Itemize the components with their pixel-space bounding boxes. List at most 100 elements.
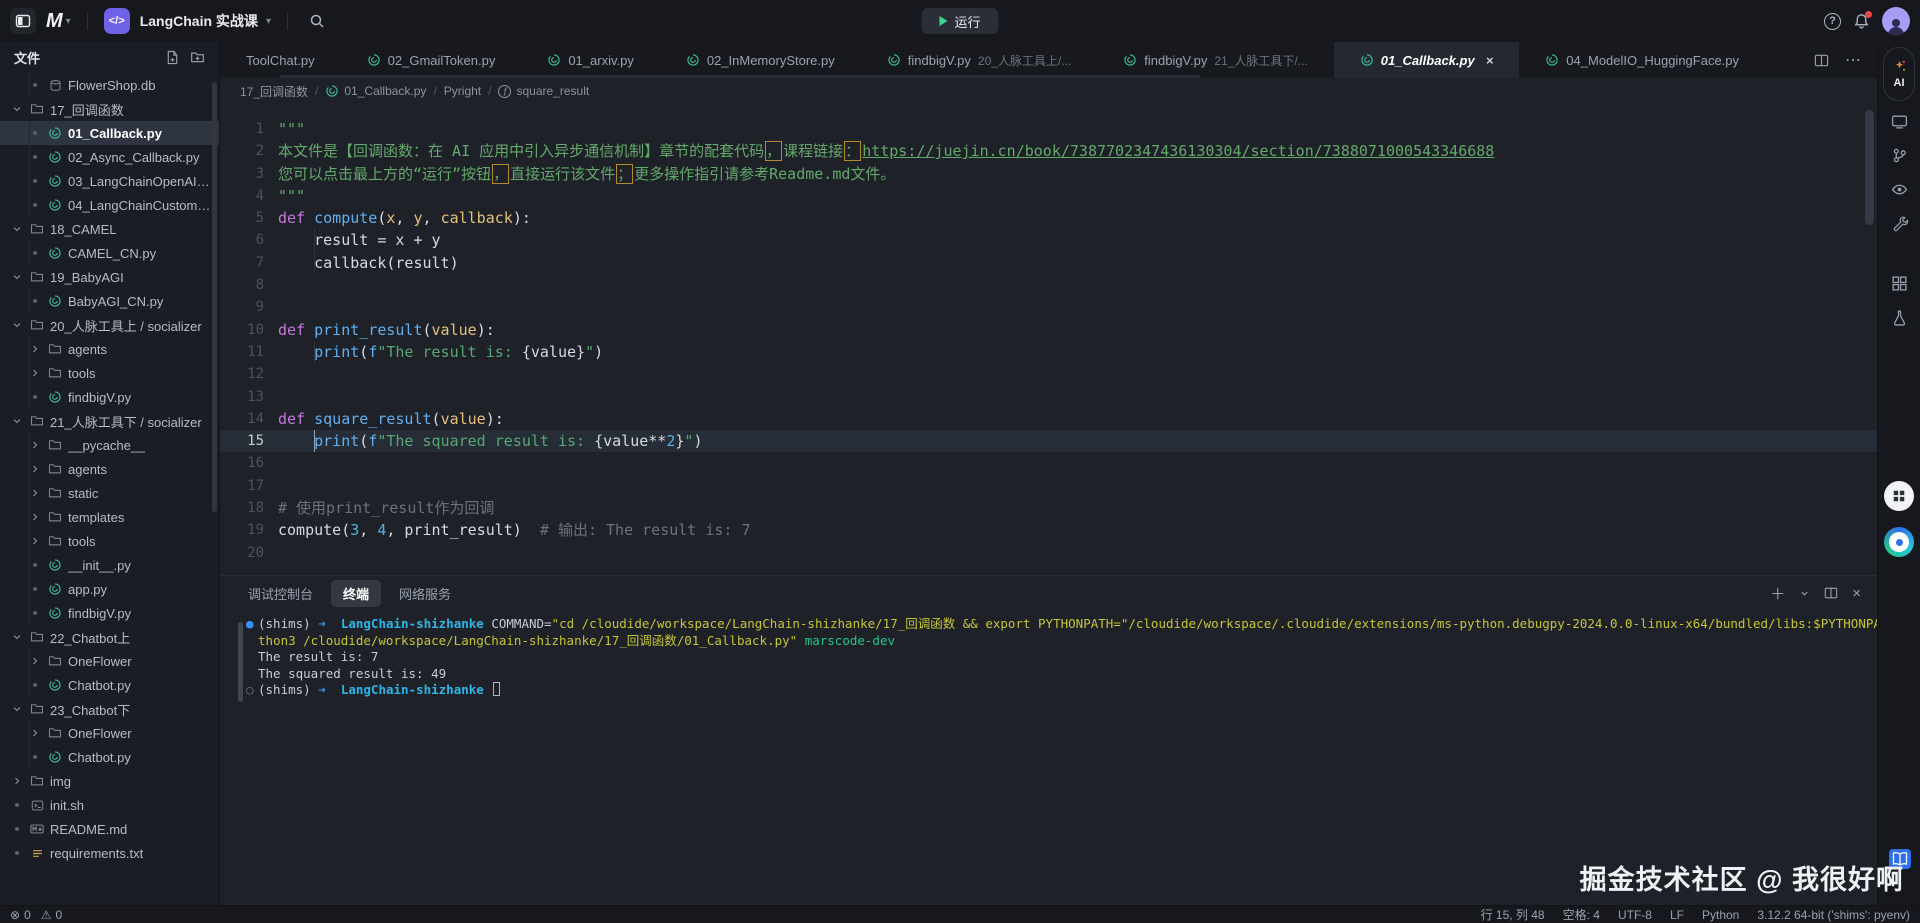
tree-item-02_Async_Callback.py[interactable]: 02_Async_Callback.py <box>0 145 219 169</box>
tab-findbigV.py[interactable]: findbigV.py21_人脉工具下/... <box>1097 42 1334 78</box>
code-line-1[interactable]: 1""" <box>220 118 1877 140</box>
tree-item-17_回调函数[interactable]: 17_回调函数 <box>0 97 219 121</box>
code-line-8[interactable]: 8 <box>220 274 1877 296</box>
code-line-14[interactable]: 14def square_result(value): <box>220 408 1877 430</box>
breadcrumb-item-Pyright[interactable]: Pyright <box>444 84 481 98</box>
tab-findbigV.py[interactable]: findbigV.py20_人脉工具上/... <box>861 42 1098 78</box>
tree-item-Chatbot.py[interactable]: Chatbot.py <box>0 745 219 769</box>
code-line-20[interactable]: 20 <box>220 542 1877 564</box>
panel-tab-网络服务[interactable]: 网络服务 <box>387 580 463 607</box>
tab-02_InMemoryStore.py[interactable]: 02_InMemoryStore.py <box>660 42 861 78</box>
tab-01_Callback.py[interactable]: 01_Callback.py× <box>1334 42 1520 78</box>
close-icon[interactable]: × <box>1486 53 1494 68</box>
tree-item-01_Callback.py[interactable]: 01_Callback.py <box>0 121 219 145</box>
new-file-icon[interactable] <box>165 50 180 65</box>
ai-assistant-button[interactable]: AI <box>1883 47 1915 101</box>
explorer-scrollbar[interactable] <box>212 82 217 512</box>
tree-item-README.md[interactable]: README.md <box>0 817 219 841</box>
tools-icon[interactable] <box>1885 209 1913 237</box>
tree-item-CAMEL_CN.py[interactable]: CAMEL_CN.py <box>0 241 219 265</box>
code-line-3[interactable]: 3您可以点击最上方的“运行”按钮，直接运行该文件；更多操作指引请参考Readme… <box>220 163 1877 185</box>
tab-02_GmailToken.py[interactable]: 02_GmailToken.py <box>341 42 522 78</box>
extensions-icon[interactable] <box>1885 269 1913 297</box>
tree-item-04_LangChainCustomCallback....[interactable]: 04_LangChainCustomCallback.... <box>0 193 219 217</box>
code-line-6[interactable]: 6 result = x + y <box>220 229 1877 251</box>
problems-errors[interactable]: ⊗0 <box>10 908 31 922</box>
split-panel-icon[interactable] <box>1824 586 1838 600</box>
workspace-menu[interactable]: M ▾ <box>46 10 71 33</box>
code-line-15[interactable]: 15 print(f"The squared result is: {value… <box>220 430 1877 452</box>
code-line-4[interactable]: 4""" <box>220 185 1877 207</box>
tree-item-FlowerShop.db[interactable]: FlowerShop.db <box>0 73 219 97</box>
code-line-2[interactable]: 2本文件是【回调函数：在 AI 应用中引入异步通信机制】章节的配套代码，课程链接… <box>220 140 1877 162</box>
code-line-19[interactable]: 19compute(3, 4, print_result) # 输出: The … <box>220 519 1877 541</box>
code-line-13[interactable]: 13 <box>220 386 1877 408</box>
tab-01_arxiv.py[interactable]: 01_arxiv.py <box>521 42 660 78</box>
tree-item-templates[interactable]: templates <box>0 505 219 529</box>
status-item[interactable]: 3.12.2 64-bit ('shims': pyenv) <box>1757 908 1910 922</box>
editor-scrollbar[interactable] <box>1865 110 1874 225</box>
help-icon[interactable]: ? <box>1824 13 1841 30</box>
code-line-11[interactable]: 11 print(f"The result is: {value}") <box>220 341 1877 363</box>
tree-item-app.py[interactable]: app.py <box>0 577 219 601</box>
status-item[interactable]: LF <box>1670 908 1684 922</box>
search-icon[interactable] <box>304 8 330 34</box>
more-actions-icon[interactable]: ⋯ <box>1845 50 1861 70</box>
code-editor[interactable]: 1"""2本文件是【回调函数：在 AI 应用中引入异步通信机制】章节的配套代码，… <box>220 104 1877 575</box>
code-line-16[interactable]: 16 <box>220 452 1877 474</box>
status-item[interactable]: 行 15, 列 48 <box>1481 906 1545 923</box>
new-terminal-icon[interactable]: ＋ <box>1770 583 1785 604</box>
tree-item-Chatbot.py[interactable]: Chatbot.py <box>0 673 219 697</box>
lab-icon[interactable] <box>1885 303 1913 331</box>
code-line-7[interactable]: 7 callback(result) <box>220 252 1877 274</box>
code-line-18[interactable]: 18# 使用print_result作为回调 <box>220 497 1877 519</box>
tree-item-requirements.txt[interactable]: requirements.txt <box>0 841 219 865</box>
preview-icon[interactable] <box>1885 107 1913 135</box>
tree-item-agents[interactable]: agents <box>0 457 219 481</box>
tree-item-__pycache__[interactable]: __pycache__ <box>0 433 219 457</box>
avatar[interactable] <box>1882 7 1910 35</box>
source-control-icon[interactable] <box>1885 141 1913 169</box>
tree-item-OneFlower[interactable]: OneFlower <box>0 721 219 745</box>
code-line-12[interactable]: 12 <box>220 363 1877 385</box>
tree-item-agents[interactable]: agents <box>0 337 219 361</box>
code-line-9[interactable]: 9 <box>220 296 1877 318</box>
tree-item-23_Chatbot下[interactable]: 23_Chatbot下 <box>0 697 219 721</box>
terminal[interactable]: ●(shims) ➜ LangChain-shizhanke COMMAND="… <box>220 610 1877 699</box>
code-line-17[interactable]: 17 <box>220 475 1877 497</box>
notifications-button[interactable] <box>1853 13 1870 30</box>
widgets-button[interactable] <box>1884 481 1914 511</box>
close-panel-icon[interactable]: × <box>1852 585 1861 602</box>
chevron-down-icon[interactable] <box>1799 588 1810 599</box>
panel-tab-调试控制台[interactable]: 调试控制台 <box>236 580 325 607</box>
run-button[interactable]: 运行 <box>921 8 998 34</box>
tree-item-20_人脉工具上 / socializer[interactable]: 20_人脉工具上 / socializer <box>0 313 219 337</box>
tree-item-21_人脉工具下 / socializer[interactable]: 21_人脉工具下 / socializer <box>0 409 219 433</box>
panel-tab-终端[interactable]: 终端 <box>331 580 381 607</box>
tab-04_ModelIO_HuggingFace.py[interactable]: 04_ModelIO_HuggingFace.py <box>1519 42 1765 78</box>
tree-item-tools[interactable]: tools <box>0 361 219 385</box>
eye-icon[interactable] <box>1885 175 1913 203</box>
tree-item-findbigV.py[interactable]: findbigV.py <box>0 385 219 409</box>
new-folder-icon[interactable] <box>190 50 205 65</box>
sidebar-toggle-icon[interactable] <box>10 8 36 34</box>
tree-item-static[interactable]: static <box>0 481 219 505</box>
split-editor-icon[interactable] <box>1814 53 1829 68</box>
status-item[interactable]: 空格: 4 <box>1563 906 1600 923</box>
project-switcher[interactable]: </> LangChain 实战课 ▾ <box>104 8 271 34</box>
tree-item-03_LangChainOpenAICallback....[interactable]: 03_LangChainOpenAICallback.... <box>0 169 219 193</box>
tree-item-findbigV.py[interactable]: findbigV.py <box>0 601 219 625</box>
tree-item-__init__.py[interactable]: __init__.py <box>0 553 219 577</box>
problems-warnings[interactable]: ⚠0 <box>41 908 62 922</box>
tree-item-19_BabyAGI[interactable]: 19_BabyAGI <box>0 265 219 289</box>
tree-item-tools[interactable]: tools <box>0 529 219 553</box>
tree-item-22_Chatbot上[interactable]: 22_Chatbot上 <box>0 625 219 649</box>
code-line-5[interactable]: 5def compute(x, y, callback): <box>220 207 1877 229</box>
breadcrumb-item-17_回调函数[interactable]: 17_回调函数 <box>240 83 308 100</box>
status-item[interactable]: Python <box>1702 908 1739 922</box>
marscode-assistant-icon[interactable] <box>1884 527 1914 557</box>
status-item[interactable]: UTF-8 <box>1618 908 1652 922</box>
tree-item-init.sh[interactable]: init.sh <box>0 793 219 817</box>
breadcrumb-item-square_result[interactable]: ƒsquare_result <box>498 84 589 98</box>
code-line-10[interactable]: 10def print_result(value): <box>220 319 1877 341</box>
